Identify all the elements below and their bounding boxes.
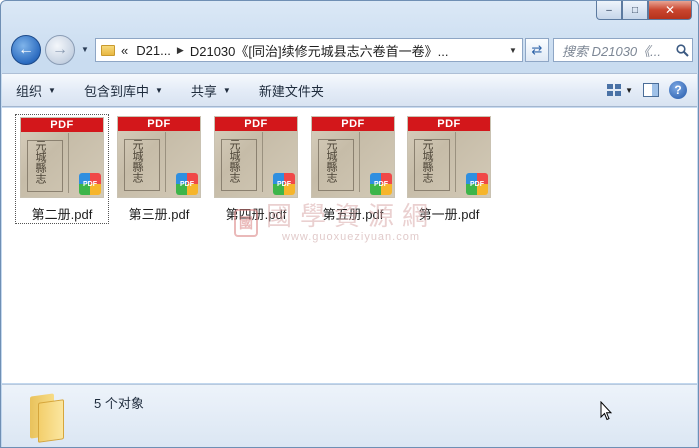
recent-pages-dropdown[interactable]: ▼	[81, 45, 89, 54]
pdf-banner: PDF	[312, 117, 394, 131]
include-in-library-label: 包含到库中	[83, 83, 149, 99]
view-grid-icon	[607, 84, 622, 96]
organize-label: 组织	[16, 83, 43, 99]
watermark-url: www.guoxueziyuan.com	[282, 231, 421, 243]
share-menu[interactable]: 共享 ▼	[177, 81, 245, 100]
chevron-down-icon: ▼	[48, 85, 56, 95]
calligraphy-text: 元城縣志	[325, 139, 338, 183]
new-folder-label: 新建文件夹	[258, 83, 324, 99]
watermark-title: 國學資源網	[266, 202, 437, 232]
back-button[interactable]: ←	[11, 35, 41, 65]
file-item[interactable]: PDF 元城縣志 PDF 第二册.pdf	[15, 114, 109, 224]
pdf-thumbnail: PDF 元城縣志 PDF	[20, 117, 104, 198]
new-folder-button[interactable]: 新建文件夹	[245, 81, 338, 100]
refresh-button[interactable]: ⇄	[525, 38, 549, 62]
window-caption-buttons: – □ ✕	[596, 1, 692, 20]
chevron-down-icon: ▼	[222, 85, 231, 95]
address-overflow-chevron[interactable]: «	[121, 43, 128, 58]
arrow-left-icon: ←	[18, 41, 34, 58]
search-input[interactable]: 搜索 D21030《...	[554, 41, 672, 60]
pdf-badge-icon: PDF	[466, 173, 488, 195]
calligraphy-text: 元城縣志	[228, 139, 241, 183]
organize-menu[interactable]: 组织 ▼	[2, 81, 70, 100]
file-name[interactable]: 第三册.pdf	[129, 204, 190, 223]
command-bar-right: ▼ ?	[607, 81, 697, 99]
command-bar: 组织 ▼ 包含到库中 ▼ 共享 ▼ 新建文件夹 ▼ ?	[2, 73, 697, 107]
navigation-bar: ← → ▼ « D21... ▶ D21030《[同治]续修元城县志六卷首一卷》…	[7, 33, 693, 69]
pdf-thumbnail: PDF 元城縣志 PDF	[214, 116, 298, 198]
file-item[interactable]: PDF 元城縣志 PDF 第三册.pdf	[112, 114, 206, 224]
calligraphy-text: 元城縣志	[421, 139, 434, 183]
maximize-button[interactable]: □	[622, 1, 648, 20]
watermark-logo: 國	[234, 209, 258, 237]
watermark: 國 國學資源網 www.guoxueziyuan.com	[234, 203, 436, 243]
pdf-thumbnail: PDF 元城縣志 PDF	[117, 116, 201, 198]
explorer-window: – □ ✕ ← → ▼ « D21... ▶ D21030《[同治]续修元城县志…	[0, 0, 699, 448]
pdf-badge-icon: PDF	[79, 173, 101, 195]
folder-icon	[26, 393, 68, 443]
details-pane: 5 个对象	[2, 384, 697, 447]
pdf-banner: PDF	[21, 118, 103, 132]
address-bar[interactable]: « D21... ▶ D21030《[同治]续修元城县志六卷首一卷》... ▼	[95, 38, 523, 62]
pdf-banner: PDF	[118, 117, 200, 131]
calligraphy-text: 元城縣志	[131, 139, 144, 183]
close-button[interactable]: ✕	[648, 1, 692, 20]
breadcrumb-separator-icon[interactable]: ▶	[177, 45, 184, 56]
breadcrumb-item[interactable]: D21...	[136, 43, 171, 58]
pdf-badge-icon: PDF	[370, 173, 392, 195]
chevron-down-icon: ▼	[154, 85, 163, 95]
calligraphy-text: 元城縣志	[34, 140, 47, 184]
address-dropdown-icon[interactable]: ▼	[504, 46, 522, 55]
search-box[interactable]: 搜索 D21030《...	[553, 38, 693, 62]
chevron-down-icon: ▼	[625, 85, 633, 95]
refresh-icon: ⇄	[531, 42, 543, 57]
pdf-badge-icon: PDF	[273, 173, 295, 195]
include-in-library-menu[interactable]: 包含到库中 ▼	[70, 81, 177, 100]
pdf-banner: PDF	[215, 117, 297, 131]
pdf-badge-icon: PDF	[176, 173, 198, 195]
change-view-button[interactable]: ▼	[607, 84, 633, 96]
minimize-button[interactable]: –	[596, 1, 622, 20]
forward-button[interactable]: →	[45, 35, 75, 65]
pdf-banner: PDF	[408, 117, 490, 131]
pdf-thumbnail: PDF 元城縣志 PDF	[311, 116, 395, 198]
folder-icon	[101, 44, 115, 56]
file-list[interactable]: PDF 元城縣志 PDF 第二册.pdf PDF 元城縣志 PDF 第三册.pd…	[2, 108, 697, 383]
watermark-text-block: 國學資源網 www.guoxueziyuan.com	[266, 203, 436, 243]
share-label: 共享	[190, 83, 217, 99]
arrow-right-icon: →	[52, 41, 68, 58]
help-icon[interactable]: ?	[669, 81, 687, 99]
item-count: 5 个对象	[94, 396, 144, 411]
preview-pane-icon[interactable]	[643, 83, 659, 97]
pdf-thumbnail: PDF 元城縣志 PDF	[407, 116, 491, 198]
search-icon[interactable]	[672, 43, 692, 57]
file-name[interactable]: 第二册.pdf	[32, 204, 93, 223]
breadcrumb-item-current[interactable]: D21030《[同治]续修元城县志六卷首一卷》...	[190, 41, 504, 60]
mouse-cursor-icon	[600, 401, 612, 421]
